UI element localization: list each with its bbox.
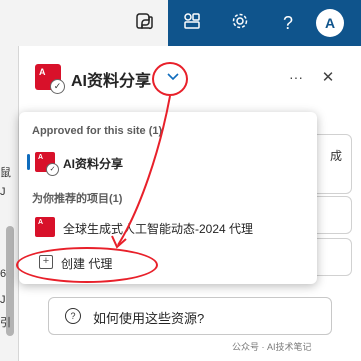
watermark: 公众号 · AI技术笔记 bbox=[232, 342, 312, 352]
verified-icon: ✓ bbox=[50, 79, 65, 94]
agent-logo: A bbox=[35, 217, 55, 237]
selected-indicator bbox=[27, 154, 30, 170]
copilot-icon bbox=[134, 11, 154, 36]
panel-header: A ✓ AI资料分享 ··· ✕ bbox=[19, 46, 361, 108]
chat-text-fragment: 成 bbox=[330, 149, 343, 163]
apps-button[interactable] bbox=[168, 0, 216, 46]
apps-icon bbox=[183, 12, 201, 35]
adobe-icon: A bbox=[39, 67, 46, 77]
annotation-circle bbox=[152, 62, 188, 96]
suggestion-button[interactable]: ? 如何使用这些资源? bbox=[48, 297, 332, 335]
agent-item-label: 全球生成式人工智能动态-2024 代理 bbox=[63, 222, 254, 236]
agent-title: AI资料分享 bbox=[71, 73, 152, 90]
more-options-button[interactable]: ··· bbox=[285, 66, 307, 88]
agent-item-recommended[interactable]: A 全球生成式人工智能动态-2024 代理 bbox=[19, 213, 317, 241]
gear-icon bbox=[231, 12, 249, 35]
agent-logo: A ✓ bbox=[35, 64, 65, 94]
annotation-ellipse bbox=[16, 247, 158, 283]
avatar[interactable]: A bbox=[316, 9, 344, 37]
close-button[interactable]: ✕ bbox=[317, 66, 339, 88]
agent-item-current[interactable]: A ✓ AI资料分享 bbox=[19, 148, 317, 176]
approved-section-title: Approved for this site (1) bbox=[32, 125, 163, 137]
top-bar: ? A bbox=[0, 0, 361, 46]
adobe-icon: A bbox=[38, 219, 44, 226]
page-text-fragment: 引 bbox=[0, 317, 11, 329]
settings-button[interactable] bbox=[216, 0, 264, 46]
page-left-strip: 鼠 J 6 J 引 bbox=[0, 46, 18, 361]
verified-icon: ✓ bbox=[46, 163, 59, 176]
help-icon: ? bbox=[282, 12, 293, 33]
chat-help-icon: ? bbox=[65, 308, 81, 324]
adobe-icon: A bbox=[38, 154, 44, 161]
page-text-fragment: J bbox=[0, 186, 6, 198]
suggestion-label: 如何使用这些资源? bbox=[93, 311, 205, 326]
agent-item-label: AI资料分享 bbox=[63, 157, 124, 171]
help-button[interactable]: ? bbox=[264, 0, 312, 46]
page-text-fragment: 鼠 bbox=[0, 167, 11, 179]
recommended-section-title: 为你推荐的项目(1) bbox=[32, 193, 123, 205]
agent-logo: A ✓ bbox=[35, 152, 59, 176]
page-text-fragment: J bbox=[0, 294, 6, 306]
top-bar-left-area bbox=[0, 0, 120, 46]
page-text-fragment: 6 bbox=[0, 268, 7, 280]
copilot-tab[interactable] bbox=[120, 0, 168, 46]
